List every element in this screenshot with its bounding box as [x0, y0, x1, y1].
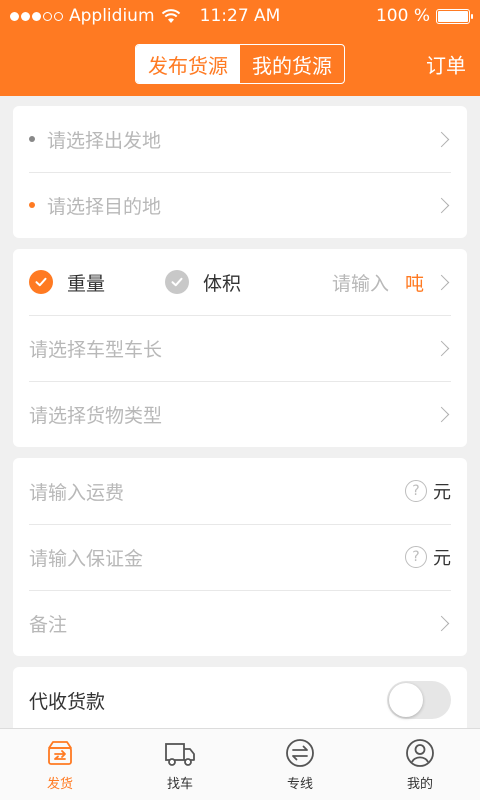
- checkmark-off-icon: [165, 270, 190, 294]
- exchange-arrows-icon: [286, 739, 314, 767]
- tab-ship-label: 发货: [46, 777, 73, 792]
- status-left: Applidium: [10, 6, 181, 26]
- tab-mine-label: 我的: [406, 777, 433, 792]
- truck-icon: [165, 743, 195, 766]
- form-content: 请选择出发地 请选择目的地 重量 体积 请输入 吨 请选择车型车长 请选择货物类…: [0, 96, 480, 733]
- bottom-tab-bar: 发货 找车 专线 我的: [0, 728, 480, 800]
- battery-percent: 100 %: [375, 6, 430, 26]
- segmented-control: 发布货源 我的货源: [135, 44, 345, 84]
- amount-input[interactable]: 请输入 吨: [332, 269, 451, 296]
- destination-row[interactable]: 请选择目的地: [13, 172, 467, 238]
- wifi-icon: [161, 9, 180, 23]
- nav-header: 发布货源 我的货源 订单: [0, 32, 480, 96]
- top-bar: Applidium 11:27 AM 100 % 发布货源 我的货源 订单: [0, 0, 480, 96]
- destination-placeholder: 请选择目的地: [47, 195, 162, 218]
- remark-row[interactable]: 备注: [13, 590, 467, 656]
- fees-card: 请输入运费 ? 元 请输入保证金 ? 元 备注: [13, 458, 467, 656]
- collection-row: 代收货款: [13, 667, 467, 733]
- user-icon: [406, 739, 434, 767]
- battery-icon: [436, 8, 473, 24]
- chevron-right-icon: [433, 131, 450, 147]
- collection-toggle[interactable]: [387, 681, 451, 719]
- deposit-unit: 元: [433, 548, 451, 569]
- help-icon[interactable]: ?: [405, 480, 427, 502]
- toggle-knob: [389, 683, 423, 717]
- tab-my-cargo[interactable]: 我的货源: [240, 45, 344, 83]
- tab-ship[interactable]: 发货: [0, 729, 120, 800]
- carrier-name: Applidium: [69, 6, 155, 26]
- goods-type-row[interactable]: 请选择货物类型: [13, 381, 467, 447]
- collection-label: 代收货款: [29, 690, 106, 713]
- status-bar: Applidium 11:27 AM 100 %: [0, 0, 480, 32]
- vehicle-row[interactable]: 请选择车型车长: [13, 315, 467, 381]
- remark-placeholder: 备注: [29, 613, 68, 636]
- status-time: 11:27 AM: [199, 6, 281, 26]
- help-icon[interactable]: ?: [405, 546, 427, 568]
- tab-dedicated-line-label: 专线: [286, 777, 313, 792]
- status-right: 100 %: [375, 6, 473, 26]
- chevron-right-icon: [433, 340, 450, 356]
- freight-placeholder: 请输入运费: [29, 481, 125, 504]
- checkmark-on-icon: [29, 270, 53, 294]
- amount-unit: 吨: [404, 272, 424, 295]
- tab-find-truck-label: 找车: [166, 777, 193, 792]
- origin-dot-icon: [29, 136, 35, 142]
- chevron-right-icon: [433, 406, 450, 422]
- tab-find-truck[interactable]: 找车: [120, 729, 240, 800]
- chevron-right-icon: [433, 197, 450, 213]
- tab-mine[interactable]: 我的: [360, 729, 480, 800]
- vehicle-placeholder: 请选择车型车长: [29, 338, 163, 361]
- weight-volume-row: 重量 体积 请输入 吨: [13, 249, 467, 315]
- origin-row[interactable]: 请选择出发地: [13, 106, 467, 172]
- orders-button[interactable]: 订单: [426, 50, 466, 79]
- origin-placeholder: 请选择出发地: [47, 129, 162, 152]
- freight-unit: 元: [433, 482, 451, 503]
- deposit-row[interactable]: 请输入保证金 ? 元: [13, 524, 467, 590]
- ship-box-icon: [48, 741, 72, 765]
- deposit-placeholder: 请输入保证金: [29, 547, 144, 570]
- route-card: 请选择出发地 请选择目的地: [13, 106, 467, 238]
- tab-publish-cargo[interactable]: 发布货源: [136, 45, 240, 83]
- chevron-right-icon: [433, 274, 450, 290]
- deposit-unit-wrap: ? 元: [405, 544, 451, 570]
- chevron-right-icon: [433, 615, 450, 631]
- tab-dedicated-line[interactable]: 专线: [240, 729, 360, 800]
- volume-label: 体积: [203, 272, 242, 295]
- collection-card: 代收货款: [13, 667, 467, 733]
- freight-unit-wrap: ? 元: [405, 478, 451, 504]
- destination-dot-icon: [29, 202, 35, 208]
- amount-placeholder: 请输入: [331, 272, 389, 295]
- signal-icon: [10, 11, 63, 21]
- cargo-card: 重量 体积 请输入 吨 请选择车型车长 请选择货物类型: [13, 249, 467, 447]
- volume-option[interactable]: 体积: [165, 269, 241, 296]
- goods-type-placeholder: 请选择货物类型: [29, 404, 163, 427]
- weight-label: 重量: [67, 272, 106, 295]
- freight-row[interactable]: 请输入运费 ? 元: [13, 458, 467, 524]
- weight-option[interactable]: 重量: [29, 269, 105, 296]
